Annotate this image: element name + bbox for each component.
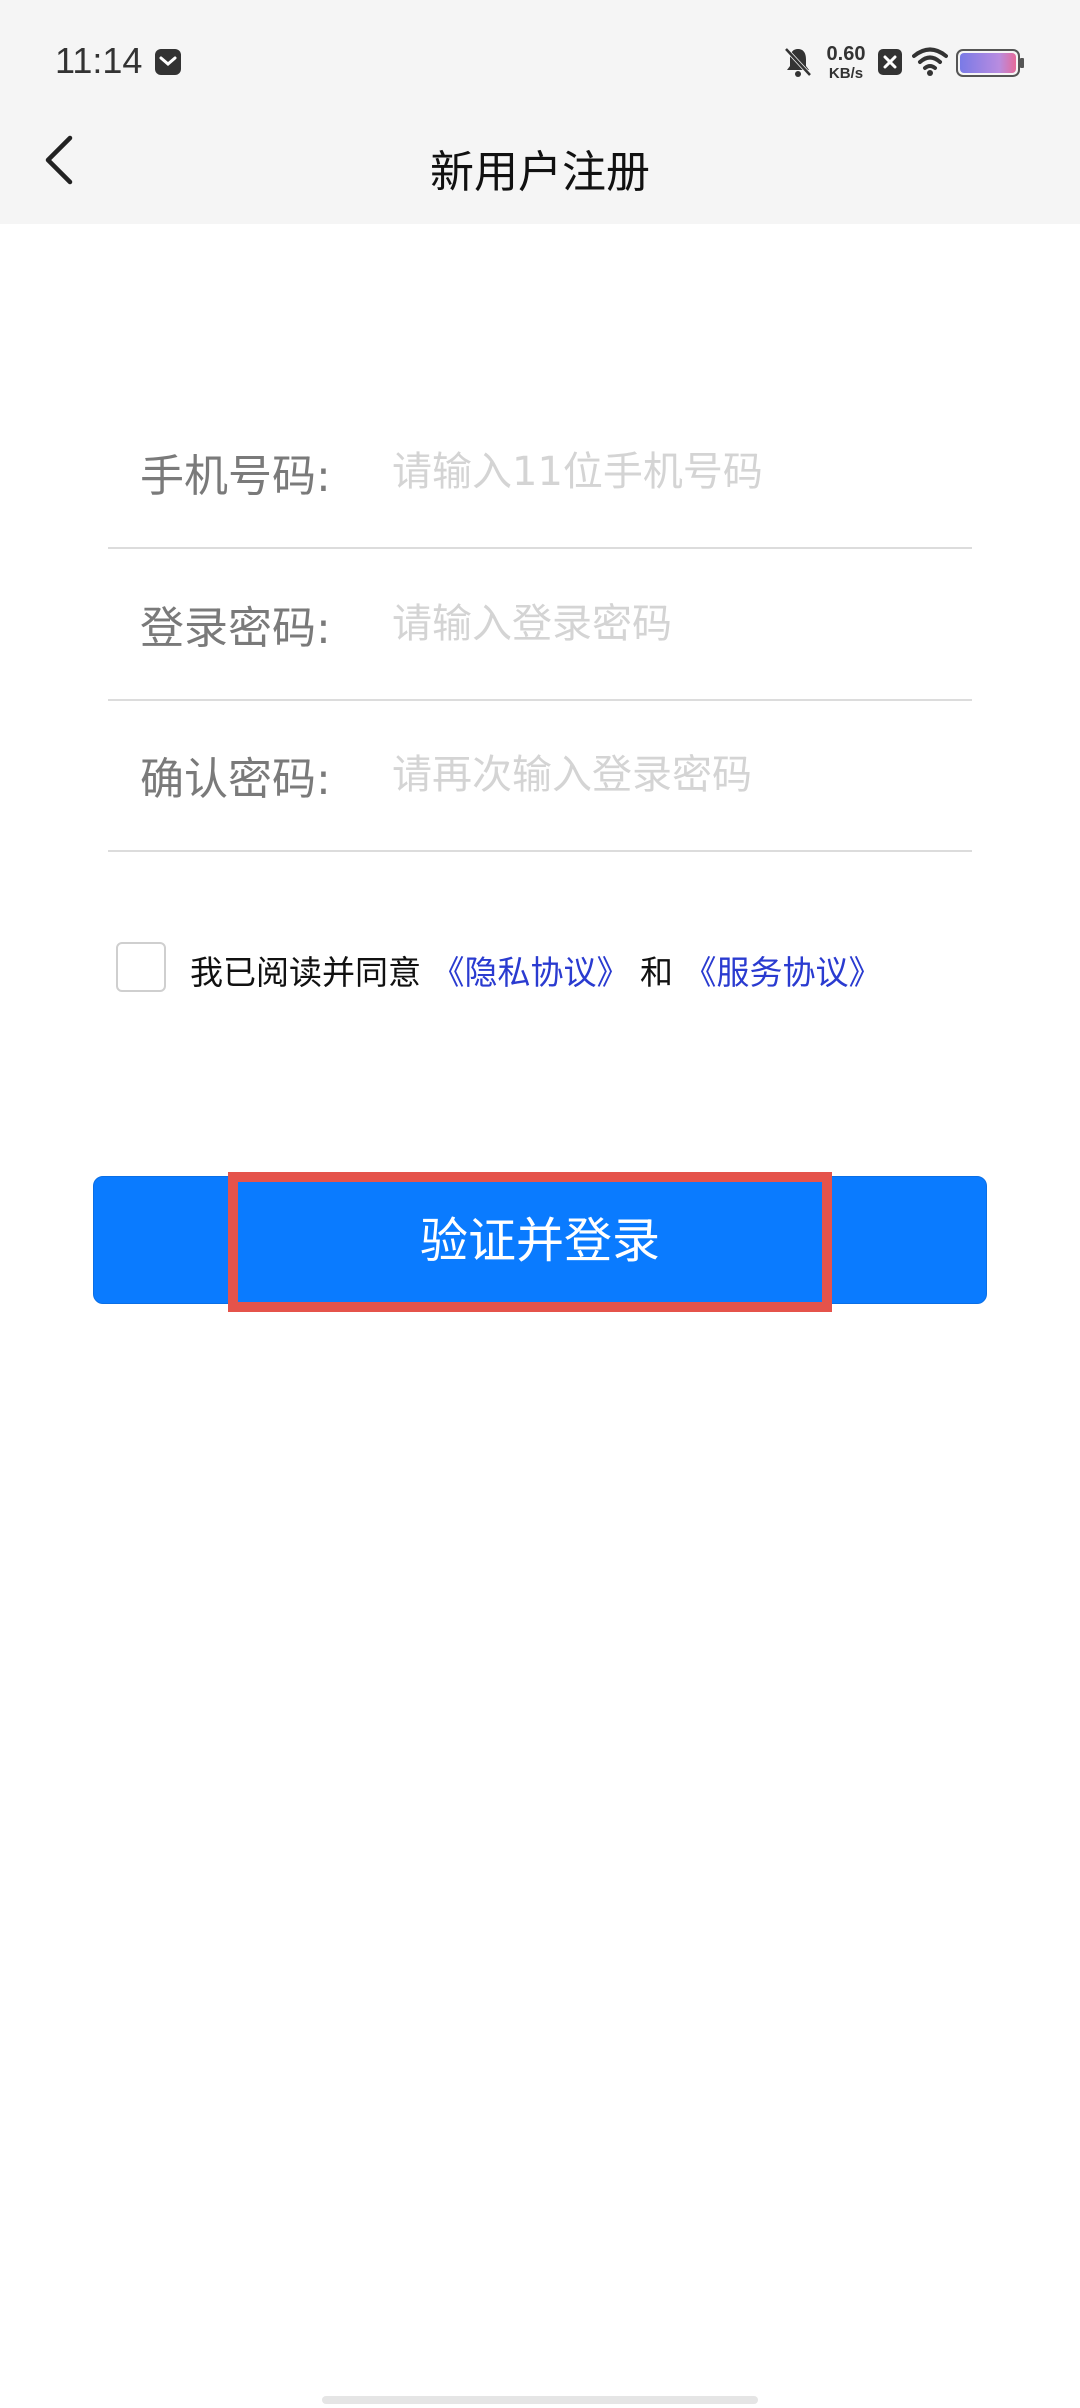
status-time: 11:14 xyxy=(55,40,143,81)
header: 11:14 0.60 KB/s 新用户注册 xyxy=(0,0,1080,224)
home-indicator[interactable] xyxy=(322,2396,758,2404)
battery-icon xyxy=(956,49,1026,81)
confirm-password-input[interactable] xyxy=(392,740,952,810)
phone-input[interactable] xyxy=(392,437,952,507)
agreement-checkbox[interactable] xyxy=(116,942,166,992)
agreement-prefix: 我已阅读并同意 xyxy=(190,953,421,992)
wifi-icon xyxy=(912,46,948,80)
password-field-row: 登录密码: xyxy=(108,549,972,701)
net-speed: 0.60 KB/s xyxy=(818,44,874,81)
agreement-text: 我已阅读并同意 《隐私协议》 和 《服务协议》 xyxy=(190,946,882,994)
confirm-password-label: 确认密码: xyxy=(140,754,331,805)
password-input[interactable] xyxy=(392,589,952,659)
phone-field-row: 手机号码: xyxy=(108,397,972,549)
privacy-policy-link[interactable]: 《隐私协议》 xyxy=(432,953,630,992)
net-speed-unit: KB/s xyxy=(828,65,864,82)
password-label: 登录密码: xyxy=(140,603,331,654)
status-bar: 11:14 0.60 KB/s xyxy=(0,0,1080,120)
confirm-password-field-row: 确认密码: xyxy=(108,700,972,852)
phone-label: 手机号码: xyxy=(140,451,331,502)
agreement-and: 和 xyxy=(640,953,673,992)
bell-off-icon xyxy=(783,46,813,82)
page-title: 新用户注册 xyxy=(430,147,650,198)
message-icon xyxy=(154,48,182,80)
net-speed-value: 0.60 xyxy=(826,43,866,65)
service-agreement-link[interactable]: 《服务协议》 xyxy=(684,953,882,992)
x-box-icon xyxy=(877,48,903,80)
verify-and-login-button[interactable]: 验证并登录 xyxy=(93,1176,987,1304)
